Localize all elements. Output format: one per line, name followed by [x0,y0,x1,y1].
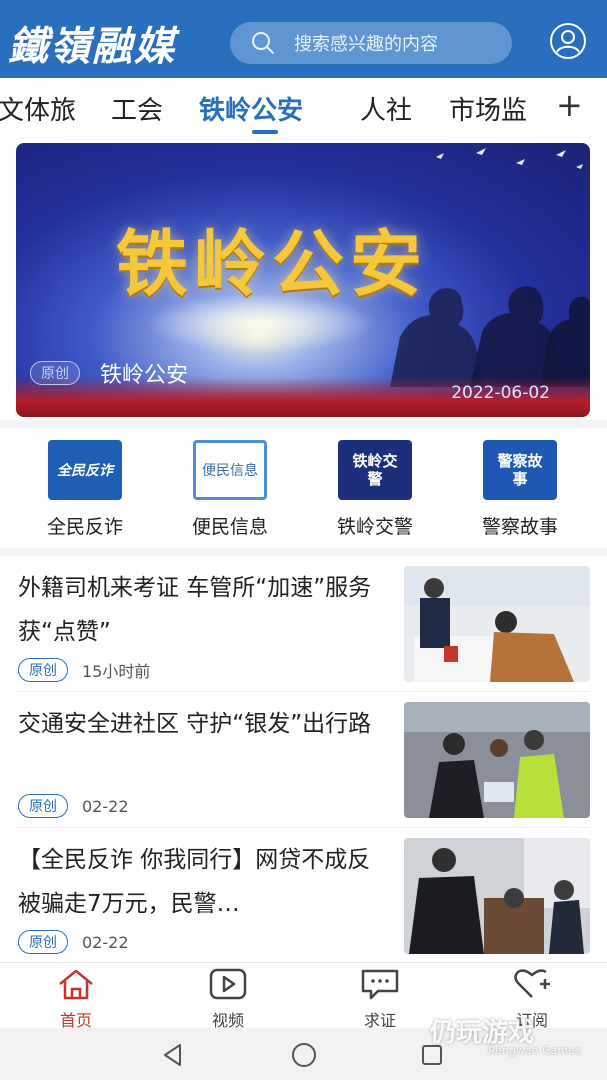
news-thumbnail [404,566,590,682]
news-item[interactable]: 交通安全进社区 守护“银发”出行路 原创 02-22 [0,692,607,828]
quick-link-label: 铁岭交警 [336,516,413,538]
news-title: 交通安全进社区 守护“银发”出行路 [18,711,372,737]
quick-link-label: 全民反诈 [46,516,123,538]
tab-gonghui[interactable]: 工会 [111,90,163,127]
news-time: 02-22 [82,932,129,952]
quick-link-convenience-info[interactable]: 便民信息 便民信息 [170,440,290,539]
video-play-icon [209,968,247,1000]
channel-tabs: 文体旅 工会 铁岭公安 人社 市场监 + [0,78,607,140]
doves-decoration [436,148,583,169]
news-meta: 原创 15小时前 [18,658,150,682]
news-time: 02-22 [82,796,129,816]
news-thumbnail [404,702,590,818]
nav-verify[interactable]: 求证 [340,967,420,1031]
nav-video[interactable]: 视频 [188,967,268,1031]
convenience-info-icon: 便民信息 [193,440,267,500]
traffic-police-icon: 铁岭交警 [338,440,412,500]
news-title: 外籍司机来考证 车管所“加速”服务获“点赞” [18,575,372,645]
search-bar[interactable]: 搜索感兴趣的内容 [230,22,512,64]
featured-banner[interactable]: 铁岭公安 原创 铁岭公安 2022-06-02 [16,143,590,417]
quick-link-traffic-police[interactable]: 铁岭交警 铁岭交警 [315,440,435,539]
home-circle-icon[interactable] [290,1042,318,1068]
heart-plus-icon [514,969,550,998]
news-meta: 原创 02-22 [18,794,129,818]
add-channel-button[interactable]: + [556,86,583,124]
back-triangle-icon[interactable] [160,1042,186,1068]
nav-home[interactable]: 首页 [36,967,116,1031]
home-icon [59,969,93,1000]
tab-renshe[interactable]: 人社 [360,90,412,127]
news-title: 【全民反诈 你我同行】网贷不成反被骗走7万元，民警… [18,847,371,917]
tab-wentilv[interactable]: 文体旅 [0,90,76,127]
quick-link-label: 警察故事 [481,516,558,538]
section-divider [0,548,607,556]
watermark-subtext: Rengwan Games [488,1044,581,1057]
news-item[interactable]: 【全民反诈 你我同行】网贷不成反被骗走7万元，民警… 原创 02-22 [0,828,607,964]
app-logo[interactable]: 鐵嶺融媒 [8,14,176,72]
original-badge: 原创 [18,658,68,682]
search-icon [252,32,274,54]
section-divider [0,420,607,428]
quick-link-police-story[interactable]: 警察故事 警察故事 [460,440,580,539]
quick-links: 全民反诈 全民反诈 便民信息 便民信息 铁岭交警 铁岭交警 警察故事 警察故事 [0,428,607,548]
original-badge: 原创 [18,930,68,954]
chat-verify-icon [361,969,399,1000]
tab-tieling-police[interactable]: 铁岭公安 [199,90,303,127]
active-tab-indicator [252,130,278,134]
search-placeholder: 搜索感兴趣的内容 [294,34,438,55]
police-story-icon: 警察故事 [483,440,557,500]
original-badge: 原创 [18,794,68,818]
app-header: 鐵嶺融媒 搜索感兴趣的内容 [0,0,607,78]
news-time: 15小时前 [82,662,151,681]
original-badge: 原创 [30,361,80,385]
news-item[interactable]: 外籍司机来考证 车管所“加速”服务获“点赞” 原创 15小时前 [0,556,607,692]
user-profile-icon[interactable] [548,21,588,61]
anti-fraud-shield-icon: 全民反诈 [48,440,122,500]
tab-market-supervision[interactable]: 市场监 [449,90,527,127]
quick-link-anti-fraud[interactable]: 全民反诈 全民反诈 [25,440,145,539]
saluting-police-silhouette [390,286,590,387]
news-thumbnail [404,838,590,954]
quick-link-label: 便民信息 [191,516,268,538]
banner-date: 2022-06-02 [451,383,550,403]
banner-caption: 铁岭公安 [100,363,189,388]
news-meta: 原创 02-22 [18,930,129,954]
